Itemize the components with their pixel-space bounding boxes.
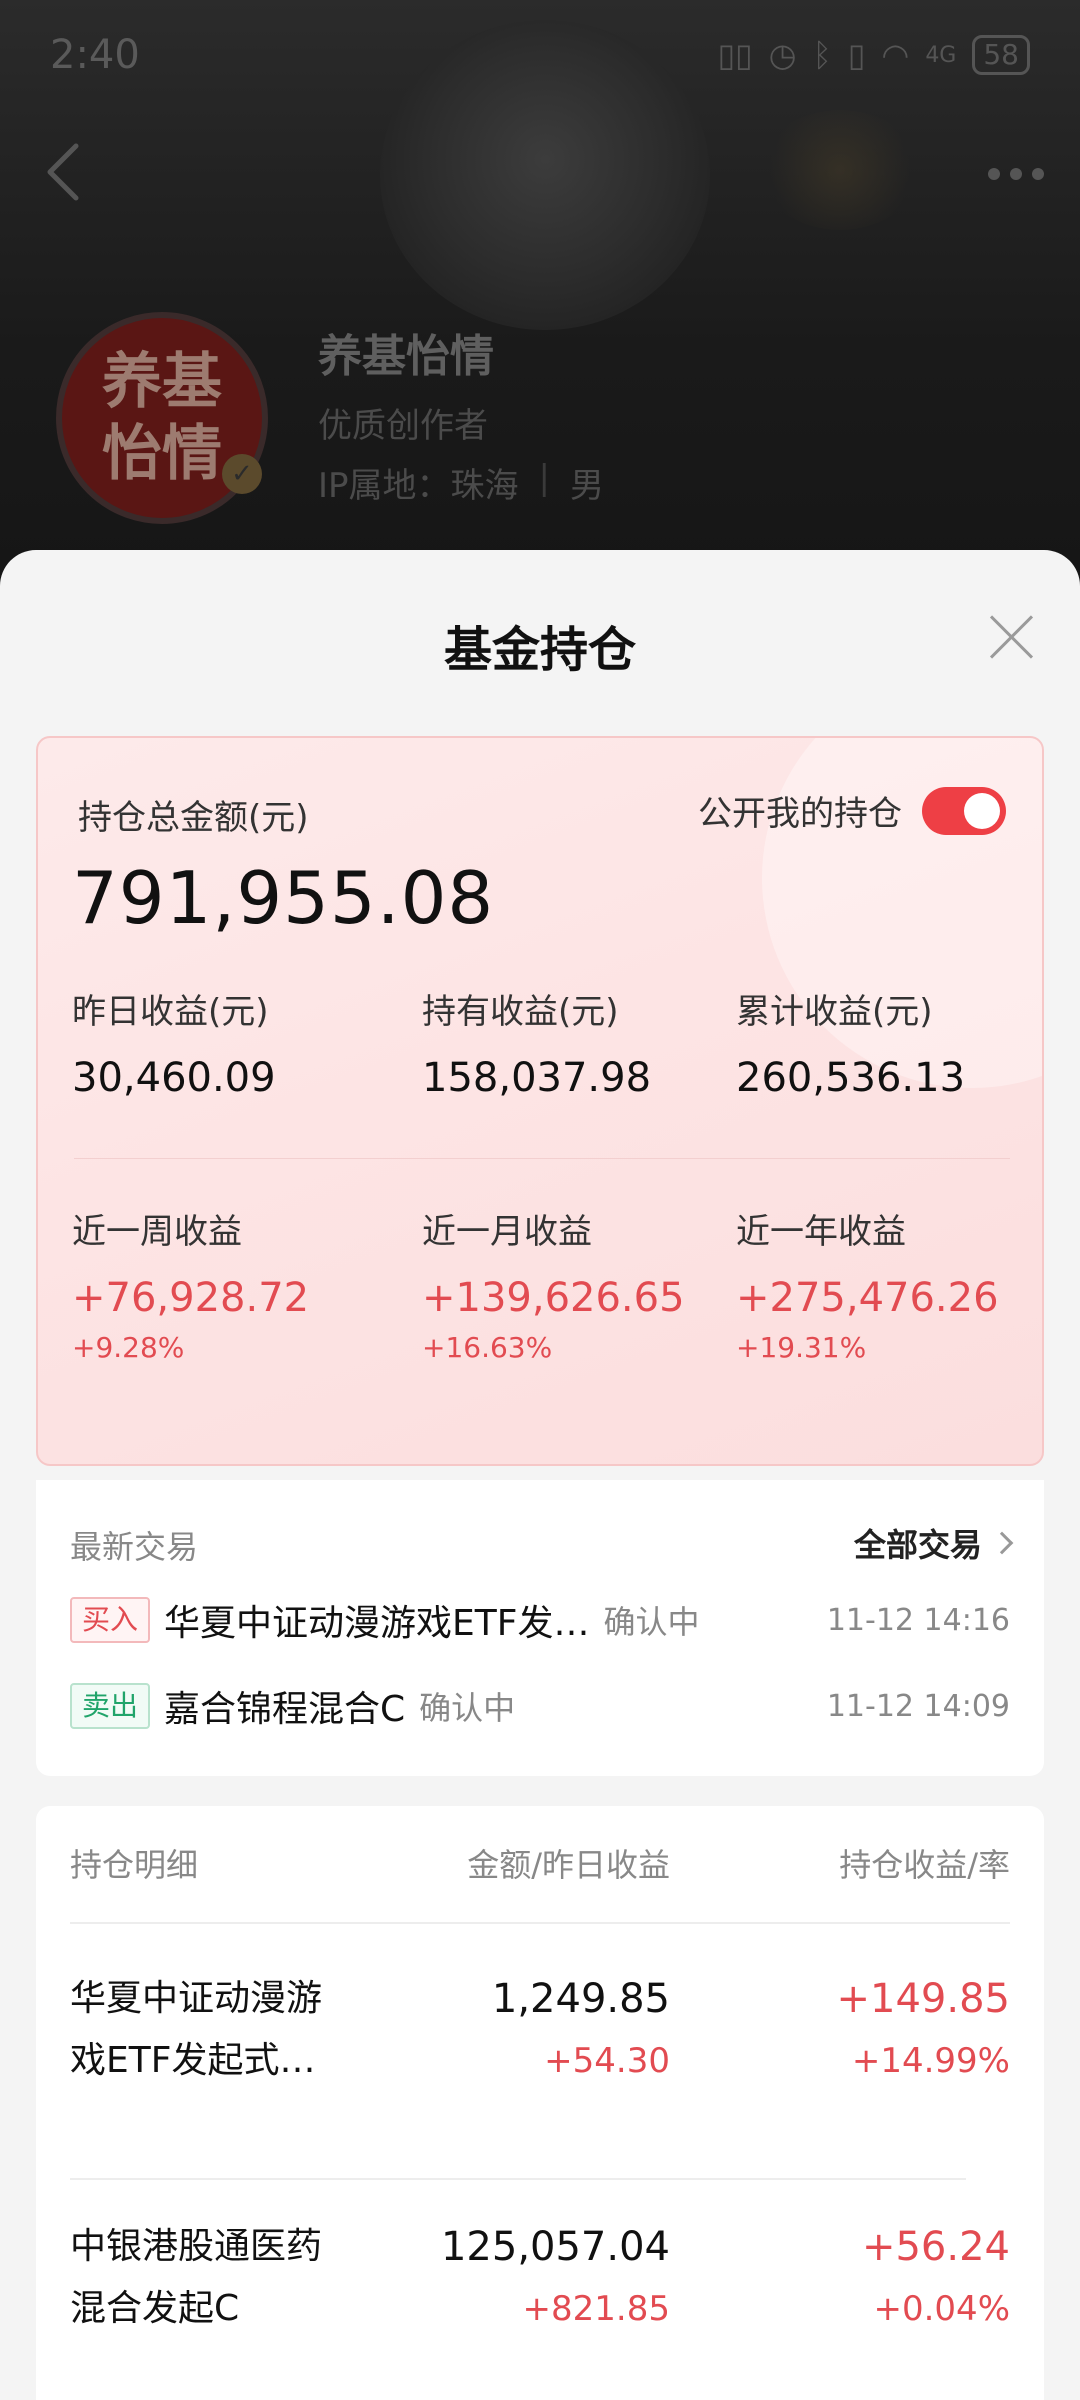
holding-profit: +56.24 <box>861 2224 1010 2270</box>
verified-badge-icon: ✓ <box>222 454 262 494</box>
profile-header-overlay: 2:40 ▯▯ ◷ ᛒ ▯ ◠ 4G 58 养基 怡情 ✓ 养基怡情 优质创作者… <box>0 0 1080 580</box>
all-trades-link[interactable]: 全部交易 <box>853 1520 1014 1566</box>
holding-amount-value: 125,057.04 <box>440 2224 670 2270</box>
yesterday-earnings-label: 昨日收益(元) <box>72 992 269 1032</box>
row-divider <box>70 2178 966 2180</box>
month-earnings-label: 近一月收益 <box>422 1212 592 1252</box>
holding-amount-value: 1,249.85 <box>491 1976 670 2022</box>
sheet-title: 基金持仓 <box>443 622 636 678</box>
trade-fund-name: 华夏中证动漫游戏ETF发… <box>164 1603 590 1644</box>
alarm-icon: ◷ <box>768 36 797 74</box>
battery-icon: 58 <box>972 35 1030 75</box>
week-earnings-pct: +9.28% <box>72 1331 185 1364</box>
cumulative-earnings-label: 累计收益(元) <box>736 992 933 1032</box>
holdings-detail-card: 持仓明细 金额/昨日收益 持仓收益/率 华夏中证动漫游 戏ETF发起式… 1,2… <box>36 1806 1044 2400</box>
all-trades-label: 全部交易 <box>853 1526 982 1564</box>
holding-profit-rate: +0.04% <box>873 2289 1011 2329</box>
header-holdings: 持仓明细 <box>70 1846 199 1884</box>
year-earnings-pct: +19.31% <box>736 1331 867 1364</box>
profile-cover-glow <box>760 110 920 230</box>
profile-role: 优质创作者 <box>318 406 488 446</box>
holdings-summary-card: 持仓总金额(元) 公开我的持仓 791,955.08 昨日收益(元) 30,46… <box>36 736 1044 1466</box>
month-earnings: 近一月收益 +139,626.65 +16.63% <box>422 1204 685 1364</box>
latest-trades-title: 最新交易 <box>70 1528 199 1566</box>
holding-yesterday-earnings: +54.30 <box>544 2041 670 2081</box>
holding-fund-name-line2: 戏ETF发起式… <box>70 2040 316 2081</box>
holding-earnings-value: 158,037.98 <box>422 1055 652 1101</box>
holding-yesterday-earnings: +821.85 <box>522 2289 670 2329</box>
holding-fund-name-line1: 中银港股通医药 <box>70 2226 323 2267</box>
holding-amount: 1,249.85 +54.30 <box>492 1968 670 2092</box>
public-holdings-toggle[interactable] <box>922 786 1006 835</box>
holding-fund-name: 华夏中证动漫游 戏ETF发起式… <box>70 1968 390 2092</box>
profile-location: IP属地：珠海 | 男 <box>318 458 604 507</box>
header-divider <box>70 1922 1010 1924</box>
holding-return: +56.24 +0.04% <box>862 2216 1010 2340</box>
trade-time: 11-12 14:09 <box>826 1688 1010 1724</box>
holding-amount: 125,057.04 +821.85 <box>441 2216 670 2340</box>
sell-tag: 卖出 <box>70 1683 151 1729</box>
holding-row[interactable]: 中银港股通医药 混合发起C 125,057.04 +821.85 +56.24 … <box>70 2216 1010 2386</box>
avatar-text-bottom: 怡情 <box>102 419 222 489</box>
buy-tag: 买入 <box>70 1597 151 1643</box>
year-earnings-label: 近一年收益 <box>736 1212 906 1252</box>
public-holdings-label: 公开我的持仓 <box>698 794 902 834</box>
bluetooth-icon: ᛒ <box>812 36 832 74</box>
month-earnings-value: +139,626.65 <box>422 1275 685 1321</box>
more-options-icon[interactable] <box>988 168 1044 180</box>
year-earnings-value: +275,476.26 <box>736 1275 999 1321</box>
status-icons: ▯▯ ◷ ᛒ ▯ ◠ 4G 58 <box>717 35 1030 75</box>
holding-fund-name-line1: 华夏中证动漫游 <box>70 1978 323 2019</box>
public-holdings-setting: 公开我的持仓 <box>698 786 1006 835</box>
trade-time: 11-12 14:16 <box>826 1602 1010 1638</box>
week-earnings: 近一周收益 +76,928.72 +9.28% <box>72 1204 309 1364</box>
latest-trades-card: 最新交易 全部交易 买入 华夏中证动漫游戏ETF发… 确认中 11-12 14:… <box>36 1480 1044 1776</box>
yesterday-earnings-value: 30,460.09 <box>72 1055 276 1101</box>
holding-return: +149.85 +14.99% <box>837 1968 1010 2092</box>
week-earnings-label: 近一周收益 <box>72 1212 242 1252</box>
chevron-right-icon <box>990 1531 1014 1555</box>
holding-earnings-label: 持有收益(元) <box>422 992 619 1032</box>
week-earnings-value: +76,928.72 <box>72 1275 310 1321</box>
total-amount-value: 791,955.08 <box>72 856 495 940</box>
holding-row[interactable]: 华夏中证动漫游 戏ETF发起式… 1,249.85 +54.30 +149.85… <box>70 1968 1010 2138</box>
trade-fund-name: 嘉合锦程混合C <box>164 1689 406 1730</box>
year-earnings: 近一年收益 +275,476.26 +19.31% <box>736 1204 999 1364</box>
trade-status: 确认中 <box>603 1603 700 1641</box>
cumulative-earnings: 累计收益(元) 260,536.13 <box>736 984 965 1101</box>
holding-profit-rate: +14.99% <box>851 2041 1010 2081</box>
yesterday-earnings: 昨日收益(元) 30,460.09 <box>72 984 276 1101</box>
status-bar: 2:40 ▯▯ ◷ ᛒ ▯ ◠ 4G 58 <box>0 0 1080 110</box>
month-earnings-pct: +16.63% <box>422 1331 553 1364</box>
cumulative-earnings-value: 260,536.13 <box>736 1055 966 1101</box>
avatar-text-top: 养基 <box>102 347 222 417</box>
holding-fund-name-line2: 混合发起C <box>70 2288 240 2329</box>
trade-item[interactable]: 卖出 嘉合锦程混合C 确认中 11-12 14:09 <box>70 1676 1010 1736</box>
gender: 男 <box>570 466 604 506</box>
nfc-icon: ▯▯ <box>717 36 753 74</box>
trade-status: 确认中 <box>419 1689 516 1727</box>
close-icon[interactable] <box>986 612 1036 662</box>
wifi-icon: ◠ <box>881 36 910 74</box>
ip-location: IP属地：珠海 <box>318 466 519 506</box>
holdings-table-header: 持仓明细 金额/昨日收益 持仓收益/率 <box>70 1840 1010 1890</box>
signal-icon: 4G <box>925 42 957 68</box>
trade-item[interactable]: 买入 华夏中证动漫游戏ETF发… 确认中 11-12 14:16 <box>70 1590 1010 1650</box>
profile-name: 养基怡情 <box>318 331 494 382</box>
vibrate-icon: ▯ <box>847 36 866 74</box>
divider: | <box>538 458 550 498</box>
status-time: 2:40 <box>50 32 140 78</box>
header-amount[interactable]: 金额/昨日收益 <box>467 1840 670 1886</box>
holding-profit: +149.85 <box>836 1976 1010 2022</box>
back-arrow-icon[interactable] <box>44 142 84 202</box>
header-return[interactable]: 持仓收益/率 <box>839 1840 1010 1886</box>
total-amount-label: 持仓总金额(元) <box>78 798 309 838</box>
fund-holdings-sheet: 基金持仓 持仓总金额(元) 公开我的持仓 791,955.08 昨日收益(元) … <box>0 550 1080 2400</box>
holding-earnings: 持有收益(元) 158,037.98 <box>422 984 651 1101</box>
summary-divider <box>74 1158 1010 1159</box>
holding-fund-name: 中银港股通医药 混合发起C <box>70 2216 390 2340</box>
